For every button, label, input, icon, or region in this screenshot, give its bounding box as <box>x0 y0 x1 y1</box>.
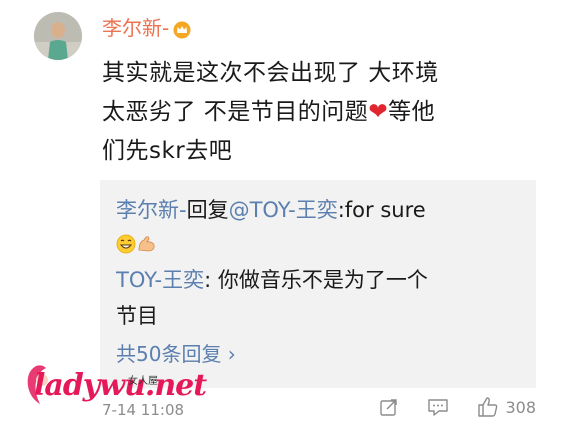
post-line-text: 太恶劣了 不是节目的问题 <box>102 99 369 125</box>
replies-panel: 李尔新-回复@TOY-王奕:for sure TOY-王奕: 你做音乐不是为了一… <box>100 180 536 388</box>
reply-author[interactable]: TOY-王奕 <box>116 268 204 292</box>
crown-icon <box>173 19 191 39</box>
comment-button[interactable] <box>427 397 449 417</box>
post-text: 其实就是这次不会出现了 大环境 太恶劣了 不是节目的问题❤等他 们先skr去吧 <box>102 54 542 171</box>
flexed-arm-emoji-icon <box>136 229 158 265</box>
thumbs-up-icon <box>477 396 499 418</box>
reply-separator: : <box>204 268 218 292</box>
avatar[interactable] <box>34 12 82 60</box>
reply-mention[interactable]: @TOY-王奕 <box>229 198 338 222</box>
post-line: 太恶劣了 不是节目的问题❤等他 <box>102 93 542 132</box>
post-line-text: 等他 <box>388 99 436 125</box>
reply-item[interactable]: TOY-王奕: 你做音乐不是为了一个 节目 <box>116 262 516 334</box>
reply-text: 节目 <box>116 304 158 328</box>
timestamp: 7-14 11:08 <box>102 401 185 419</box>
repost-icon <box>379 397 399 417</box>
post-line: 们先skr去吧 <box>102 138 233 164</box>
repost-button[interactable] <box>379 397 399 417</box>
username[interactable]: 李尔新- <box>102 15 191 41</box>
reply-author[interactable]: 李尔新- <box>116 198 187 222</box>
watermark-chinese: 女人屋 <box>128 376 158 387</box>
post-line: 其实就是这次不会出现了 大环境 <box>102 60 439 86</box>
like-button[interactable]: 308 <box>477 396 536 418</box>
reply-text: :for sure <box>337 198 426 222</box>
like-count: 308 <box>505 397 536 417</box>
username-label: 李尔新- <box>102 16 170 40</box>
grin-emoji-icon <box>116 229 136 265</box>
reply-text: 你做音乐不是为了一个 <box>217 268 428 292</box>
heart-icon: ❤ <box>368 99 389 125</box>
action-bar: 308 <box>379 396 536 418</box>
reply-item[interactable]: 李尔新-回复@TOY-王奕:for sure <box>116 192 516 265</box>
comment-icon <box>427 397 449 417</box>
reply-keyword: 回复 <box>186 198 229 222</box>
watermark-text: ladywu.net <box>34 368 207 403</box>
